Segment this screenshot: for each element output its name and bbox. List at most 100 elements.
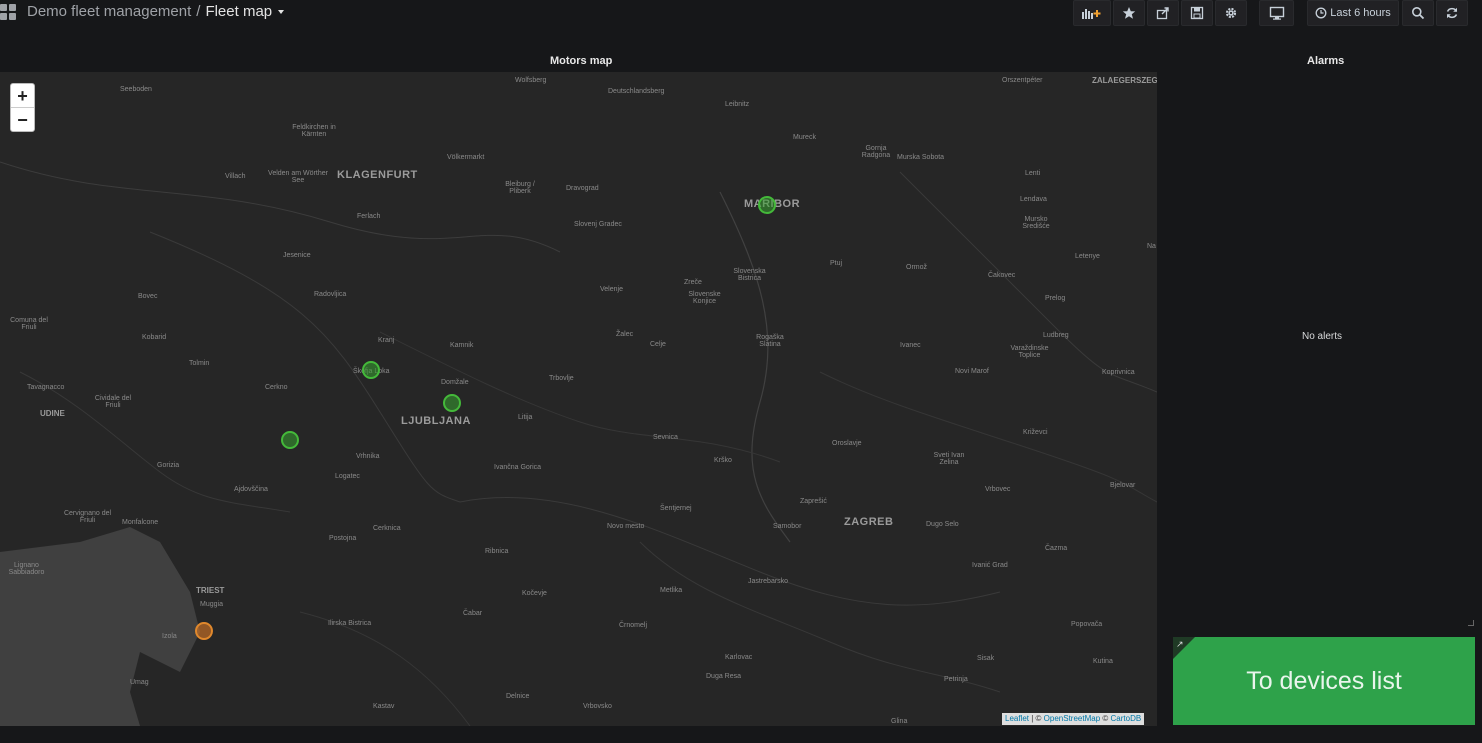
city-label: Kastav bbox=[373, 703, 395, 710]
city-label: Cerknica bbox=[373, 525, 401, 532]
city-label: Slovenj Gradec bbox=[574, 221, 622, 228]
city-label: Logatec bbox=[335, 473, 360, 480]
leaflet-link[interactable]: Leaflet bbox=[1005, 714, 1029, 723]
city-label: Slovenska Bistrica bbox=[733, 268, 766, 282]
city-label: LJUBLJANA bbox=[401, 415, 471, 427]
city-label: Metlika bbox=[660, 587, 683, 594]
city-label: Izola bbox=[162, 633, 177, 640]
device-marker-ok[interactable] bbox=[758, 196, 776, 214]
city-label: Kobarid bbox=[142, 334, 167, 341]
clock-icon bbox=[1315, 7, 1327, 19]
top-navbar: Demo fleet management / Fleet map Last 6 h… bbox=[0, 0, 1482, 30]
share-icon bbox=[1156, 7, 1169, 20]
city-label: Velden am Wörther See bbox=[268, 170, 328, 184]
city-label: Karlovac bbox=[725, 654, 753, 661]
city-label: Mursko Središće bbox=[1022, 216, 1050, 230]
city-label: Litija bbox=[518, 414, 533, 421]
refresh-button[interactable] bbox=[1436, 0, 1468, 26]
city-label: Ivanec bbox=[900, 342, 921, 349]
city-label: Lenti bbox=[1025, 170, 1041, 177]
add-panel-icon bbox=[1082, 9, 1101, 19]
city-label: Krško bbox=[714, 457, 732, 464]
zoom-control: + − bbox=[10, 83, 35, 132]
city-label: Čakovec bbox=[988, 272, 1016, 279]
city-label: Vrhnika bbox=[356, 453, 380, 460]
device-marker-ok[interactable] bbox=[362, 361, 380, 379]
city-label: Samobor bbox=[773, 523, 802, 530]
chevron-down-icon[interactable] bbox=[278, 10, 285, 15]
city-label: Dugo Selo bbox=[926, 521, 959, 528]
save-button[interactable] bbox=[1181, 0, 1213, 26]
city-label: Sisak bbox=[977, 655, 995, 662]
city-label: Gorizia bbox=[157, 462, 180, 469]
zoom-out-button[interactable]: − bbox=[11, 108, 34, 132]
city-label: Glina bbox=[891, 718, 908, 725]
city-label: Celje bbox=[650, 341, 666, 348]
city-label: Jastrebarsko bbox=[748, 578, 789, 585]
city-label: Muggia bbox=[200, 601, 223, 608]
alarms-panel-title[interactable]: Alarms bbox=[1307, 55, 1344, 67]
settings-button[interactable] bbox=[1215, 0, 1247, 26]
city-label: Velenje bbox=[600, 286, 623, 293]
city-label: TRIEST bbox=[196, 586, 225, 595]
city-label: Cividale del Friuli bbox=[94, 395, 132, 409]
city-label: Ferlach bbox=[357, 213, 381, 220]
city-label: Delnice bbox=[506, 693, 530, 700]
city-label: Duga Resa bbox=[706, 673, 742, 680]
dashboard-title[interactable]: Fleet map bbox=[205, 3, 272, 20]
city-label: Popovača bbox=[1071, 621, 1103, 628]
city-label: Bjelovar bbox=[1110, 482, 1136, 489]
city-label: Varaždinske Toplice bbox=[1010, 345, 1049, 359]
dashboard-grid-icon[interactable] bbox=[0, 4, 18, 20]
map-attribution: Leaflet | © OpenStreetMap © CartoDB bbox=[1002, 713, 1145, 725]
city-label: Jesenice bbox=[283, 252, 311, 259]
city-label: Kamnik bbox=[450, 342, 474, 349]
panel-resize-handle[interactable] bbox=[1468, 620, 1474, 626]
city-label: Bleiburg / Pliberk bbox=[505, 181, 535, 195]
city-label: Ilirska Bistrica bbox=[328, 620, 372, 627]
city-label: Zreče bbox=[684, 279, 702, 286]
city-label: KLAGENFURT bbox=[337, 169, 418, 181]
city-label: Čabar bbox=[463, 610, 483, 617]
time-range-label: Last 6 hours bbox=[1330, 7, 1391, 19]
city-label: Ludbreg bbox=[1043, 332, 1069, 339]
city-label: Dravograd bbox=[566, 185, 599, 192]
device-marker-warning[interactable] bbox=[195, 622, 213, 640]
external-link-icon[interactable]: ↗ bbox=[1176, 639, 1184, 650]
map-tiles bbox=[0, 72, 1157, 726]
city-label: Vrbovsko bbox=[583, 703, 612, 710]
city-label: Kutina bbox=[1093, 658, 1113, 665]
city-label: Völkermarkt bbox=[447, 154, 485, 161]
city-label: Monfalcone bbox=[122, 519, 159, 526]
city-label: Prelog bbox=[1045, 295, 1066, 302]
city-label: Cervignano del Friuli bbox=[63, 510, 112, 524]
city-label: Ormož bbox=[906, 264, 927, 271]
motors-map[interactable]: Wolfsberg Deutschlandsberg Leibnitz Orsz… bbox=[0, 72, 1157, 726]
zoom-out-time-button[interactable] bbox=[1402, 0, 1434, 26]
map-panel-title[interactable]: Motors map bbox=[550, 55, 612, 67]
device-marker-ok[interactable] bbox=[443, 394, 461, 412]
city-label: Koprivnica bbox=[1102, 369, 1135, 376]
star-button[interactable] bbox=[1113, 0, 1145, 26]
breadcrumb: Demo fleet management / Fleet map bbox=[27, 3, 285, 20]
share-button[interactable] bbox=[1147, 0, 1179, 26]
city-label: ZALAEGERSZEG bbox=[1092, 76, 1157, 85]
add-panel-button[interactable] bbox=[1073, 0, 1111, 26]
device-marker-ok[interactable] bbox=[281, 431, 299, 449]
to-devices-list-button[interactable]: To devices list bbox=[1173, 637, 1475, 725]
osm-link[interactable]: OpenStreetMap bbox=[1044, 714, 1100, 723]
cycle-view-button[interactable] bbox=[1259, 0, 1294, 26]
city-label: Kočevje bbox=[522, 590, 547, 597]
city-label: Lignano Sabbiadoro bbox=[8, 562, 45, 576]
save-icon bbox=[1190, 6, 1204, 20]
time-picker-button[interactable]: Last 6 hours bbox=[1307, 0, 1399, 26]
city-label: ZAGREB bbox=[844, 516, 894, 528]
city-label: Rogaška Slatina bbox=[756, 334, 784, 348]
carto-link[interactable]: CartoDB bbox=[1111, 714, 1142, 723]
zoom-in-button[interactable]: + bbox=[11, 84, 34, 108]
city-label: Ivančna Gorica bbox=[494, 464, 542, 471]
city-label: Cerkno bbox=[265, 384, 288, 391]
city-label: Wolfsberg bbox=[515, 77, 547, 84]
folder-link[interactable]: Demo fleet management bbox=[27, 3, 191, 20]
no-alerts-text: No alerts bbox=[1302, 331, 1343, 342]
